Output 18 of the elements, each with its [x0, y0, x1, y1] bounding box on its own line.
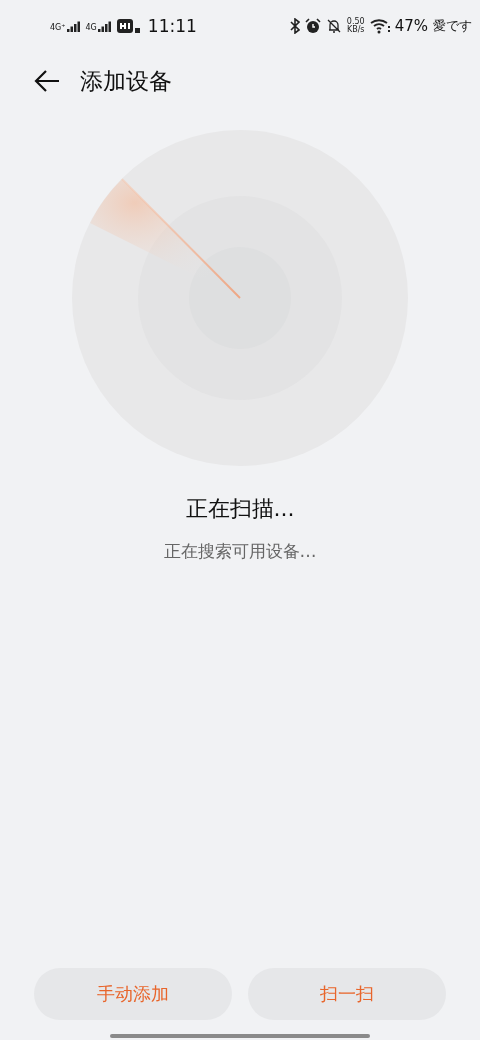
status-note: 愛です: [433, 17, 472, 35]
bluetooth-icon: [289, 18, 300, 34]
battery-percent: 47%: [394, 17, 428, 35]
scan-code-button[interactable]: 扫一扫: [248, 968, 446, 1020]
manual-add-button[interactable]: 手动添加: [34, 968, 232, 1020]
network-label: 4G⁺: [50, 24, 66, 32]
scan-status-subtitle: 正在搜索可用设备…: [162, 540, 318, 563]
page-title: 添加设备: [80, 66, 172, 96]
network-label: 4G: [85, 24, 97, 32]
signal-icon: [97, 20, 112, 32]
alarm-clock-icon: [304, 18, 321, 34]
scan-status-title: 正在扫描...: [184, 495, 296, 523]
speed-value: 0.50: [346, 17, 365, 26]
speed-unit: KB/s: [346, 26, 365, 35]
bell-off-icon: [325, 18, 342, 34]
signal-icon: [66, 20, 81, 32]
clock-time: 11:11: [147, 16, 197, 36]
wifi-icon: [369, 18, 390, 34]
